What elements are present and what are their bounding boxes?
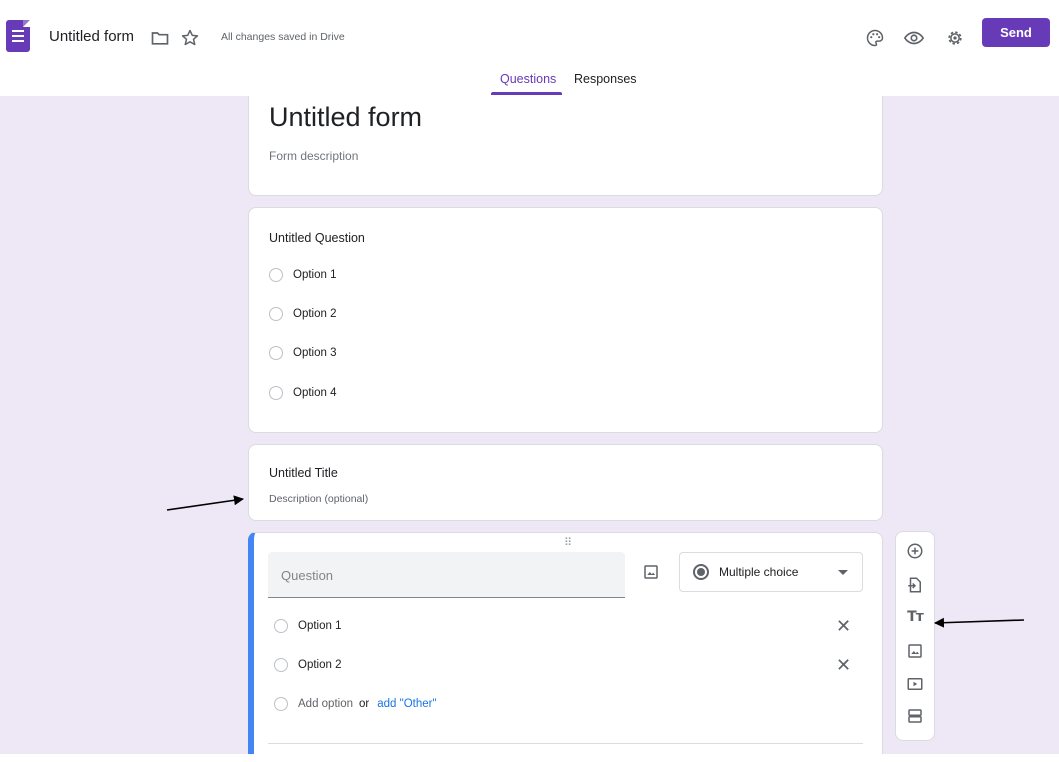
title-description-card[interactable]: Untitled Title Description (optional): [248, 444, 883, 521]
question-card[interactable]: Untitled Question Option 1 Option 2 Opti…: [248, 207, 883, 433]
gear-icon[interactable]: [943, 26, 967, 50]
divider: [268, 743, 863, 744]
add-option-button[interactable]: Add option: [298, 698, 353, 710]
or-text: or: [359, 698, 370, 710]
palette-icon[interactable]: [863, 26, 887, 50]
active-question-card[interactable]: ⠿ Question Multiple choice Option 1 ✕ Op…: [248, 532, 883, 754]
drag-handle-icon[interactable]: ⠿: [564, 536, 573, 549]
list-item[interactable]: Option 2: [274, 656, 341, 674]
title-block-title[interactable]: Untitled Title: [269, 466, 338, 480]
option-label: Option 1: [293, 269, 337, 281]
list-item[interactable]: Option 1: [274, 617, 341, 635]
add-title-icon[interactable]: Tт: [905, 607, 925, 627]
remove-option-icon[interactable]: ✕: [836, 656, 851, 674]
question-placeholder: Question: [281, 568, 334, 583]
radio-button[interactable]: [269, 307, 283, 321]
star-icon[interactable]: [178, 26, 202, 50]
floating-toolbar: Tт: [895, 531, 935, 741]
remove-option-icon[interactable]: ✕: [836, 617, 851, 635]
radio-button[interactable]: [269, 346, 283, 360]
option-label: Option 2: [293, 308, 337, 320]
option-label: Option 3: [293, 347, 337, 359]
google-forms-icon[interactable]: [6, 20, 30, 52]
list-item[interactable]: Option 4: [269, 384, 336, 402]
radio-button[interactable]: [274, 619, 288, 633]
add-option-row: Add option or add "Other": [274, 695, 437, 713]
question-type-label: Multiple choice: [719, 565, 799, 579]
app-header: Untitled form All changes saved in Drive…: [0, 0, 1059, 97]
form-description[interactable]: Form description: [269, 149, 358, 163]
add-image-icon[interactable]: [905, 641, 925, 661]
add-question-icon[interactable]: [905, 541, 925, 561]
add-image-icon[interactable]: [642, 563, 660, 586]
add-section-icon[interactable]: [905, 706, 925, 726]
form-header-card[interactable]: Untitled form Form description: [248, 96, 883, 196]
tab-questions[interactable]: Questions: [500, 72, 556, 86]
radio-button[interactable]: [269, 386, 283, 400]
form-title[interactable]: Untitled form: [269, 102, 422, 133]
radio-checked-icon: [693, 564, 709, 580]
list-item[interactable]: Option 1: [269, 266, 336, 284]
list-item[interactable]: Option 2: [269, 305, 336, 323]
add-video-icon[interactable]: [905, 674, 925, 694]
radio-button[interactable]: [269, 268, 283, 282]
add-other-button[interactable]: add "Other": [377, 698, 436, 710]
question-type-dropdown[interactable]: Multiple choice: [679, 552, 863, 592]
active-tab-indicator: [491, 92, 562, 95]
tab-responses[interactable]: Responses: [574, 72, 637, 86]
chevron-down-icon: [838, 570, 848, 575]
question-title[interactable]: Untitled Question: [269, 231, 365, 245]
list-item[interactable]: Option 3: [269, 344, 336, 362]
title-block-description[interactable]: Description (optional): [269, 493, 368, 505]
eye-icon[interactable]: [902, 26, 926, 50]
radio-button: [274, 697, 288, 711]
radio-button[interactable]: [274, 658, 288, 672]
folder-icon[interactable]: [148, 26, 172, 50]
option-label: Option 4: [293, 387, 337, 399]
option-label[interactable]: Option 2: [298, 659, 341, 671]
option-label[interactable]: Option 1: [298, 620, 341, 632]
import-questions-icon[interactable]: [905, 575, 925, 595]
form-editor-canvas: Untitled form Form description Untitled …: [0, 96, 1059, 754]
doc-title[interactable]: Untitled form: [49, 28, 134, 45]
saved-status: All changes saved in Drive: [221, 31, 345, 43]
question-input[interactable]: Question: [268, 552, 625, 598]
send-button[interactable]: Send: [982, 18, 1050, 47]
